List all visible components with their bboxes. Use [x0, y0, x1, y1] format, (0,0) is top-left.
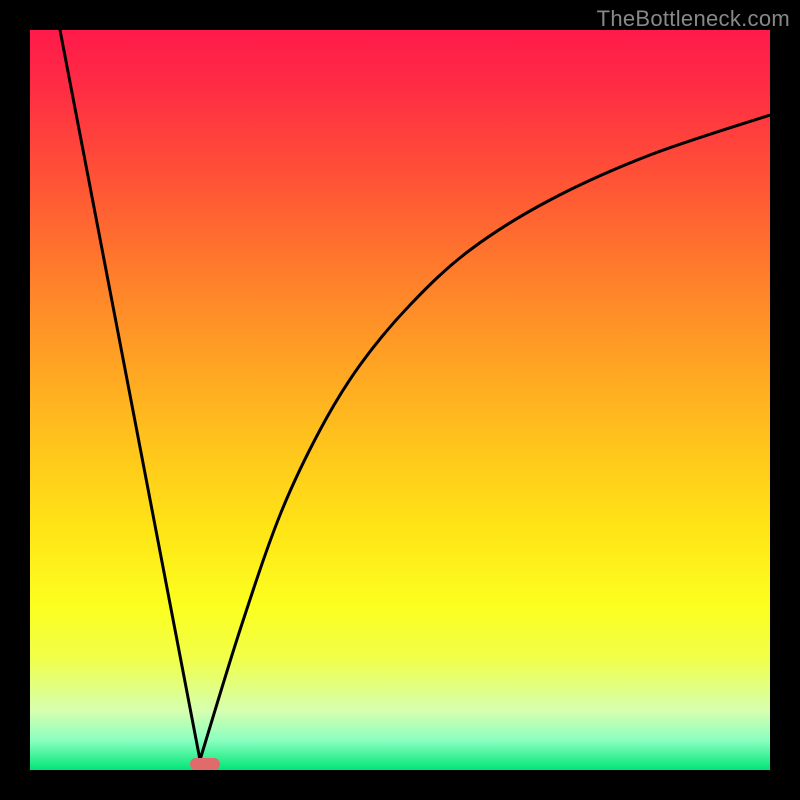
watermark-text: TheBottleneck.com — [597, 6, 790, 32]
chart-container: TheBottleneck.com — [0, 0, 800, 800]
plot-area — [30, 30, 770, 770]
bottleneck-curve — [60, 30, 770, 760]
bottleneck-marker — [190, 758, 220, 770]
curve-svg — [30, 30, 770, 770]
